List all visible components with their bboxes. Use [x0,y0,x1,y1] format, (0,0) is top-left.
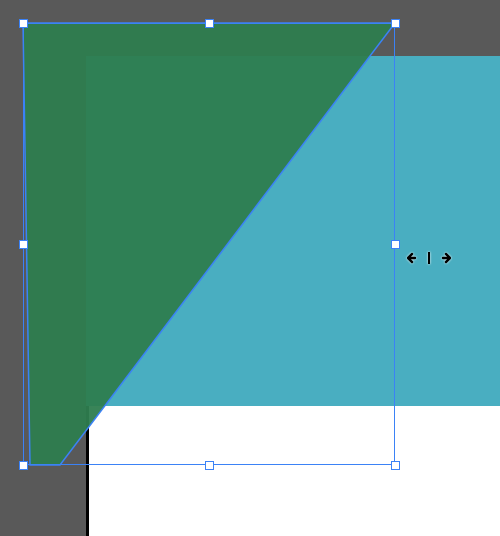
handle-se[interactable] [391,461,400,470]
handle-ne[interactable] [391,19,400,28]
handle-e[interactable] [391,240,400,249]
handle-sw[interactable] [19,461,28,470]
handle-nw[interactable] [19,19,28,28]
resize-horizontal-icon [407,250,451,266]
handle-n[interactable] [205,19,214,28]
selection-bbox[interactable] [23,23,395,465]
handle-w[interactable] [19,240,28,249]
canvas-stage[interactable] [0,0,500,536]
handle-s[interactable] [205,461,214,470]
